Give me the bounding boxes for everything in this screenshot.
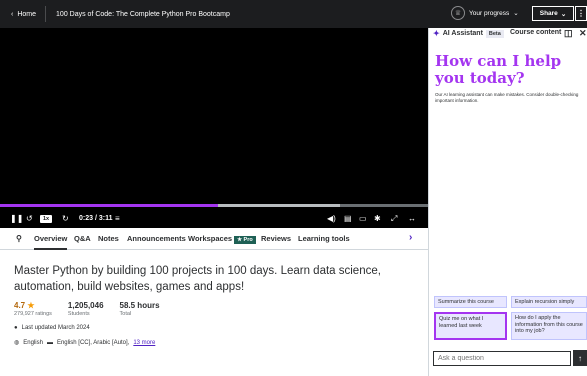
chevron-down-icon: ⌄ [513, 10, 519, 17]
video-player[interactable]: ❚❚ ↺ 1x ↻ 0:23 / 3:11 ≡ ◀) ▤ ▭ ✱ ⤢ ↔ [0, 28, 428, 228]
question-input[interactable] [433, 351, 571, 366]
home-link[interactable]: ‹ Home [0, 6, 47, 22]
captions-icon: ▬ [46, 339, 53, 346]
last-updated-row: ● Last updated March 2024 [14, 325, 90, 331]
last-updated: Last updated March 2024 [21, 325, 90, 331]
volume-icon[interactable]: ◀) [327, 212, 336, 225]
globe-icon: ◍ [14, 340, 20, 346]
close-icon[interactable]: ✕ [579, 28, 587, 39]
time-display: 0:23 / 3:11 [79, 215, 113, 222]
assistant-greeting: How can I help you today? [435, 52, 562, 87]
tab-workspaces[interactable]: Workspaces ★ Pro [188, 234, 256, 244]
more-languages-link[interactable]: 13 more [133, 340, 155, 346]
note-icon[interactable]: ≡ [115, 212, 120, 225]
ai-assistant-label: AI Assistant [442, 30, 483, 37]
top-bar: ‹ Home 100 Days of Code: The Complete Py… [0, 0, 587, 28]
player-controls: ❚❚ ↺ 1x ↻ 0:23 / 3:11 ≡ ◀) ▤ ▭ ✱ ⤢ ↔ [0, 209, 428, 228]
sidebar-toggle-icon[interactable]: ◫ [564, 28, 573, 39]
tab-overview[interactable]: Overview [34, 234, 68, 250]
rating-stat: 4.7 ★ 279,927 ratings [14, 301, 52, 317]
ratings-count: 279,927 ratings [14, 311, 52, 317]
speed-label: 1x [40, 214, 53, 223]
fullscreen-icon[interactable]: ⤢ [391, 212, 397, 225]
send-button[interactable]: ↑ [573, 350, 587, 366]
expand-icon[interactable]: ↔ [408, 212, 416, 225]
hours-label: Total [119, 311, 132, 317]
more-options-button[interactable]: ⋮ [575, 6, 587, 21]
students-value: 1,205,046 [67, 301, 104, 310]
progress-fill [0, 204, 219, 207]
progress-label: Your progress [469, 9, 510, 17]
suggestion-quiz[interactable]: Quiz me on what I learned last week [434, 312, 507, 340]
tab-ai-assistant[interactable]: ✦ AI Assistant Beta [433, 29, 504, 38]
pro-badge-label: Pro [243, 237, 253, 243]
assistant-disclaimer: Our AI learning assistant can make mista… [435, 92, 579, 103]
captions-languages: English [CC], Arabic [Auto], [56, 339, 130, 346]
beta-badge: Beta [485, 29, 504, 38]
speed-button[interactable]: 1x [40, 212, 53, 225]
transcript-icon[interactable]: ▤ [344, 212, 352, 225]
chevron-down-icon: ⌄ [560, 10, 567, 18]
hours-value: 58.5 hours [119, 301, 160, 310]
suggestion-apply[interactable]: How do I apply the information from this… [511, 312, 587, 340]
panel-header: ✦ AI Assistant Beta Course content ◫ ✕ [429, 28, 587, 42]
pro-badge: ★ Pro [234, 236, 256, 244]
share-label: Share [539, 10, 558, 17]
rating-number: 4.7 [14, 301, 26, 310]
rewind-icon[interactable]: ↺ [26, 212, 33, 225]
chevron-left-icon: ‹ [11, 10, 14, 18]
suggestion-summarize[interactable]: Summarize this course [434, 296, 507, 308]
trophy-icon: ♕ [451, 6, 465, 20]
tab-course-content[interactable]: Course content [510, 29, 561, 36]
tab-announcements[interactable]: Announcements [127, 234, 186, 243]
hours-stat: 58.5 hours Total [120, 301, 160, 317]
students-label: Students [67, 311, 90, 317]
students-stat: 1,205,046 Students [68, 301, 104, 317]
star-icon: ★ [27, 301, 35, 310]
tab-workspaces-label: Workspaces [188, 234, 233, 243]
alert-icon: ● [14, 325, 18, 331]
rating-value: 4.7 ★ [14, 301, 52, 310]
search-icon[interactable]: ⚲ [16, 234, 22, 243]
tab-qa[interactable]: Q&A [74, 234, 91, 243]
language-row: ◍ English ▬ English [CC], Arabic [Auto],… [14, 339, 155, 347]
captions-icon[interactable]: ▭ [359, 212, 367, 225]
pause-icon[interactable]: ❚❚ [10, 212, 23, 225]
suggestion-recursion[interactable]: Explain recursion simply [511, 296, 587, 308]
tab-reviews[interactable]: Reviews [261, 234, 291, 243]
home-label: Home [17, 10, 37, 18]
course-tabs: ⚲ Overview Q&A Notes Announcements Works… [0, 228, 428, 250]
buffer-bar [218, 204, 341, 207]
sparkle-icon: ✦ [433, 29, 440, 38]
chevron-right-icon[interactable]: › [409, 232, 412, 243]
share-button[interactable]: Share ⌄ [532, 6, 574, 21]
arrow-up-icon: ↑ [578, 353, 582, 363]
course-stats: 4.7 ★ 279,927 ratings 1,205,046 Students… [14, 301, 160, 317]
tab-learning-tools[interactable]: Learning tools [298, 234, 350, 243]
tab-notes[interactable]: Notes [98, 234, 119, 243]
progress-button[interactable]: ♕ Your progress ⌄ [451, 6, 519, 20]
ai-assistant-panel: ✦ AI Assistant Beta Course content ◫ ✕ H… [428, 28, 587, 376]
settings-gear-icon[interactable]: ✱ [374, 212, 381, 225]
video-progress-bar[interactable] [0, 204, 428, 207]
course-headline: Master Python by building 100 projects i… [14, 265, 381, 293]
course-title: 100 Days of Code: The Complete Python Pr… [56, 10, 230, 18]
forward-icon[interactable]: ↻ [62, 212, 69, 225]
language: English [23, 339, 43, 346]
